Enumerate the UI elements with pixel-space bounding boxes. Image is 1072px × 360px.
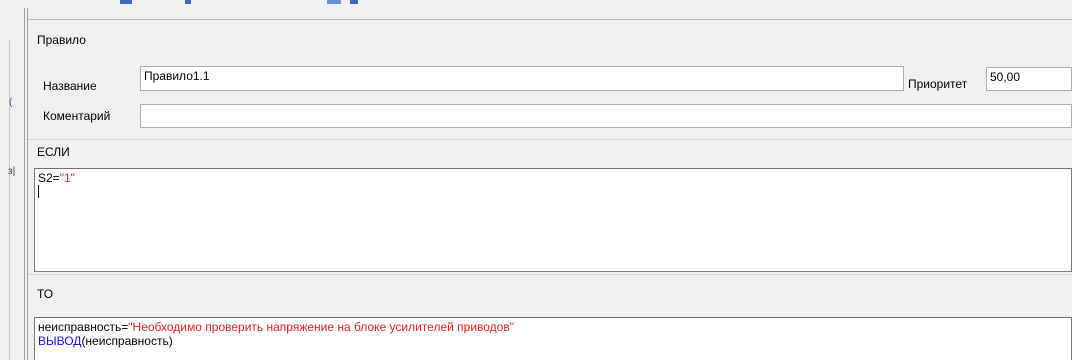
top-separator (28, 19, 1072, 20)
left-panel-border (9, 40, 10, 360)
text-caret (38, 185, 39, 198)
toolbar-fragment (120, 0, 132, 4)
code-identifier: неисправность= (38, 320, 129, 334)
if-code-line: S2="1" (38, 171, 1068, 185)
left-panel-divider[interactable] (24, 8, 25, 360)
name-input[interactable]: Правило1.1 (140, 66, 904, 91)
code-arguments: (неисправность) (81, 334, 173, 348)
if-code-editor[interactable]: S2="1" (34, 168, 1072, 272)
toolbar-fragment (185, 0, 191, 4)
then-code-line: ВЫВОД(неисправность) (38, 334, 1068, 348)
toolbar-fragment (327, 0, 341, 4)
left-panel-edge (0, 8, 26, 360)
if-section-separator (28, 139, 1072, 140)
top-toolbar-strip (0, 0, 1072, 8)
then-block-title: ТО (37, 287, 54, 301)
code-identifier: S2= (38, 171, 60, 185)
then-section-separator (28, 274, 1072, 275)
toolbar-fragment (350, 0, 358, 4)
code-keyword: ВЫВОД (38, 334, 82, 348)
priority-input[interactable]: 50,00 (986, 67, 1072, 91)
code-string-literal: "1" (59, 171, 75, 185)
comment-label: Коментарий (43, 109, 111, 123)
rule-section-title: Правило (37, 33, 86, 47)
if-block-title: ЕСЛИ (37, 145, 70, 159)
left-panel-divider-inner (27, 8, 28, 360)
then-code-editor[interactable]: неисправность="Необходимо проверить напр… (34, 317, 1072, 360)
code-string-literal: "Необходимо проверить напряжение на блок… (128, 320, 514, 334)
priority-label: Приоритет (908, 77, 968, 91)
side-panel-fragment: з| (8, 166, 16, 177)
then-code-line: неисправность="Необходимо проверить напр… (38, 320, 1068, 334)
side-panel-fragment: ( (9, 97, 13, 108)
name-label: Название (43, 79, 97, 93)
comment-input[interactable] (140, 104, 1072, 128)
if-code-line-cursor (38, 185, 1068, 199)
